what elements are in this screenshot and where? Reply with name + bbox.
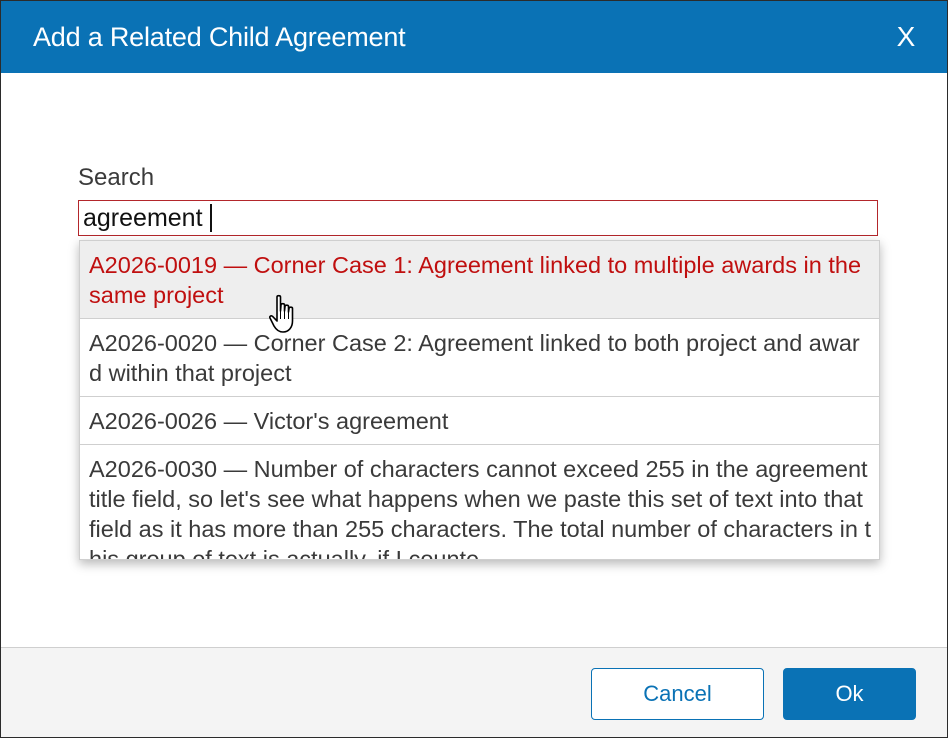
close-button[interactable]: X bbox=[891, 19, 921, 55]
result-option-1[interactable]: A2026-0020 — Corner Case 2: Agreement li… bbox=[80, 319, 879, 397]
cancel-button[interactable]: Cancel bbox=[591, 668, 764, 720]
result-option-2[interactable]: A2026-0026 — Victor's agreement bbox=[80, 397, 879, 445]
dialog-title: Add a Related Child Agreement bbox=[33, 22, 406, 52]
search-input[interactable] bbox=[78, 200, 878, 236]
search-label: Search bbox=[78, 164, 155, 191]
result-option-3[interactable]: A2026-0030 — Number of characters cannot… bbox=[80, 445, 879, 559]
add-related-child-agreement-dialog: Add a Related Child Agreement X Search A… bbox=[0, 0, 948, 738]
ok-button[interactable]: Ok bbox=[783, 668, 916, 720]
search-results-dropdown[interactable]: A2026-0019 — Corner Case 1: Agreement li… bbox=[79, 240, 880, 560]
result-option-0[interactable]: A2026-0019 — Corner Case 1: Agreement li… bbox=[80, 241, 879, 319]
text-caret bbox=[210, 204, 212, 232]
dialog-header: Add a Related Child Agreement X bbox=[1, 1, 947, 73]
